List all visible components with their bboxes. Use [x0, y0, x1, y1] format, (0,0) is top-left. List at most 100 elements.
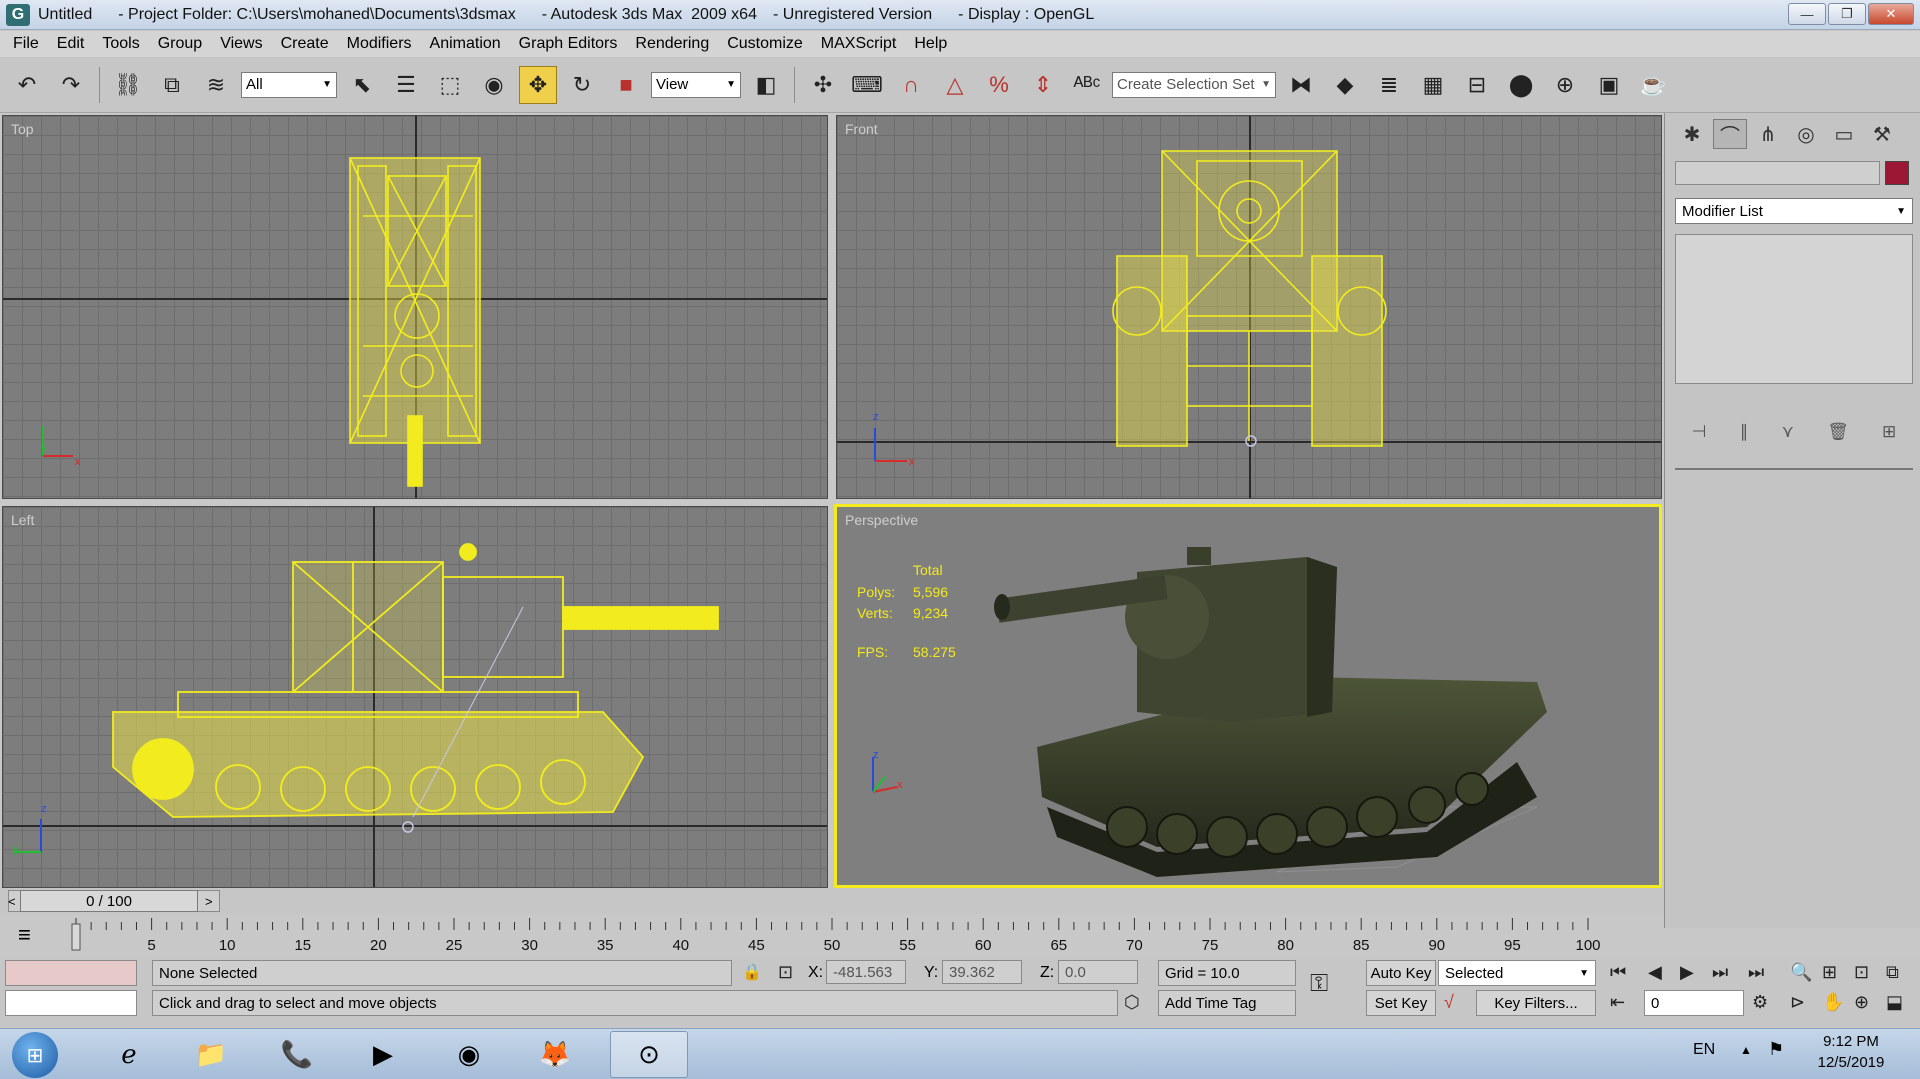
chrome-icon[interactable]: ◉ [430, 1031, 508, 1078]
set-key-icon[interactable]: ⚿ [1310, 970, 1328, 998]
select-and-move-icon[interactable]: ✥ [519, 65, 557, 104]
show-end-result-icon[interactable]: ∥ [1740, 422, 1749, 442]
bind-to-space-warp-icon[interactable]: ≋ [197, 66, 235, 104]
object-color-swatch[interactable] [1885, 161, 1909, 185]
motion-tab-icon[interactable]: ◎ [1789, 119, 1823, 149]
align-icon[interactable]: ◆ [1326, 66, 1364, 104]
unlink-selection-icon[interactable]: ⧉ [153, 66, 191, 104]
time-slider-next-icon[interactable]: > [205, 894, 213, 909]
viewport-top[interactable]: Top y x [2, 115, 828, 499]
track-bar[interactable]: ≡ 05101520253035404550556065707580859095… [0, 916, 1664, 958]
hierarchy-tab-icon[interactable]: ⋔ [1751, 119, 1785, 149]
named-selection-dropdown[interactable]: Create Selection Set ▼ [1112, 71, 1276, 98]
go-to-start-icon[interactable]: ⏮ [1610, 962, 1626, 983]
tray-expand-icon[interactable]: ▲ [1740, 1043, 1752, 1057]
create-tab-icon[interactable]: ✱ [1675, 119, 1709, 149]
utilities-tab-icon[interactable]: ⚒ [1865, 119, 1899, 149]
file-explorer-icon[interactable]: 📁 [172, 1031, 250, 1078]
start-button[interactable]: ⊞ [12, 1032, 58, 1078]
menu-views[interactable]: Views [211, 35, 271, 53]
modifier-list-dropdown[interactable]: Modifier List ▼ [1675, 198, 1913, 224]
menu-modifiers[interactable]: Modifiers [338, 35, 421, 53]
selection-filter-dropdown[interactable]: All ▼ [241, 71, 337, 98]
edit-named-selection-icon[interactable]: ᴬᴮᶜ [1068, 66, 1106, 104]
action-center-icon[interactable]: ⚑ [1768, 1039, 1784, 1060]
menu-customize[interactable]: Customize [718, 35, 812, 53]
close-button[interactable]: ✕ [1868, 3, 1914, 25]
lock-icon[interactable]: 🔒 [742, 962, 762, 982]
zoom-all-icon[interactable]: ⊞ [1822, 962, 1837, 983]
select-object-icon[interactable]: ⬉ [343, 66, 381, 104]
media-player-icon[interactable]: ▶ [344, 1031, 422, 1078]
time-configuration-icon[interactable]: ⚙ [1752, 992, 1768, 1013]
menu-create[interactable]: Create [272, 35, 338, 53]
select-and-scale-icon[interactable]: ■ [607, 66, 645, 104]
spinner-snap-icon[interactable]: ⇕ [1024, 66, 1062, 104]
minimize-button[interactable]: — [1788, 3, 1826, 25]
time-slider[interactable]: < 0 / 100 > [0, 888, 1664, 914]
menu-animation[interactable]: Animation [421, 35, 510, 53]
select-and-link-icon[interactable]: ⛓ [109, 66, 147, 104]
undo-icon[interactable]: ↶ [8, 66, 46, 104]
time-marker[interactable] [71, 923, 81, 951]
schematic-view-icon[interactable]: ⊟ [1458, 66, 1496, 104]
percent-snap-icon[interactable]: % [980, 66, 1018, 104]
select-by-name-icon[interactable]: ☰ [387, 66, 425, 104]
viewport-perspective[interactable]: Perspective Total Polys: 5,596 Verts: 9,… [834, 504, 1662, 888]
auto-key-button[interactable]: Auto Key [1366, 960, 1436, 986]
menu-group[interactable]: Group [149, 35, 211, 53]
key-mode-toggle-icon[interactable]: ⇤ [1610, 992, 1625, 1013]
menu-rendering[interactable]: Rendering [626, 35, 718, 53]
modifier-stack[interactable] [1675, 234, 1913, 384]
display-tab-icon[interactable]: ▭ [1827, 119, 1861, 149]
y-coordinate-field[interactable]: 39.362 [942, 960, 1022, 984]
layer-manager-icon[interactable]: ≣ [1370, 66, 1408, 104]
time-slider-thumb[interactable]: 0 / 100 [20, 890, 198, 912]
keyboard-shortcut-override-icon[interactable]: ⌨ [848, 66, 886, 104]
manipulate-icon[interactable]: ✣ [804, 66, 842, 104]
configure-modifier-sets-icon[interactable]: ⊞ [1882, 422, 1896, 442]
go-to-end-icon[interactable]: ⏭ [1748, 962, 1764, 983]
menu-maxscript[interactable]: MAXScript [812, 35, 906, 53]
menu-tools[interactable]: Tools [93, 35, 148, 53]
remove-modifier-icon[interactable]: 🗑 [1827, 422, 1849, 442]
zoom-extents-all-icon[interactable]: ⧉ [1886, 962, 1899, 983]
play-icon[interactable]: ▶ [1680, 962, 1694, 983]
time-tag-icon[interactable]: ⬡ [1124, 992, 1140, 1013]
next-frame-icon[interactable]: ⏭ [1712, 962, 1728, 983]
menu-edit[interactable]: Edit [48, 35, 94, 53]
previous-frame-icon[interactable]: ◀ [1648, 962, 1662, 983]
quick-render-icon[interactable]: ☕ [1634, 66, 1672, 104]
redo-icon[interactable]: ↷ [52, 66, 90, 104]
render-setup-icon[interactable]: ⊕ [1546, 66, 1584, 104]
transform-type-in-icon[interactable]: ⊡ [778, 962, 793, 983]
modify-tab-icon[interactable]: ⌒ [1713, 119, 1747, 149]
rectangular-selection-icon[interactable]: ⬚ [431, 66, 469, 104]
key-tangent-icon[interactable]: √ [1444, 992, 1454, 1013]
internet-explorer-icon[interactable]: ℯ [90, 1031, 168, 1078]
maximize-viewport-icon[interactable]: ⬓ [1886, 992, 1903, 1013]
viewport-left[interactable]: Left z y [2, 506, 828, 888]
maxscript-listener-white[interactable] [5, 990, 137, 1016]
mirror-icon[interactable]: ⧓ [1282, 66, 1320, 104]
maxscript-listener-pink[interactable] [5, 960, 137, 986]
add-time-tag[interactable]: Add Time Tag [1158, 990, 1296, 1016]
firefox-icon[interactable]: 🦊 [516, 1031, 594, 1078]
set-key-button[interactable]: Set Key [1366, 990, 1436, 1016]
3dsmax-taskbar-icon[interactable]: ⊙ [610, 1031, 688, 1078]
x-coordinate-field[interactable]: -481.563 [826, 960, 906, 984]
key-filters-button[interactable]: Key Filters... [1476, 990, 1596, 1016]
object-name-field[interactable] [1675, 161, 1880, 185]
zoom-icon[interactable]: 🔍 [1790, 962, 1812, 983]
system-clock[interactable]: 9:12 PM 12/5/2019 [1796, 1031, 1906, 1073]
make-unique-icon[interactable]: ⋎ [1781, 422, 1793, 442]
key-mode-dropdown[interactable]: Selected ▼ [1438, 960, 1596, 986]
zoom-extents-icon[interactable]: ⊡ [1854, 962, 1869, 983]
current-frame-field[interactable]: 0 [1644, 990, 1744, 1016]
curve-editor-icon[interactable]: ▦ [1414, 66, 1452, 104]
select-and-rotate-icon[interactable]: ↻ [563, 66, 601, 104]
viewport-front[interactable]: Front z x [836, 115, 1662, 499]
pivot-center-icon[interactable]: ◧ [747, 66, 785, 104]
viber-icon[interactable]: 📞 [258, 1031, 336, 1078]
z-coordinate-field[interactable]: 0.0 [1058, 960, 1138, 984]
